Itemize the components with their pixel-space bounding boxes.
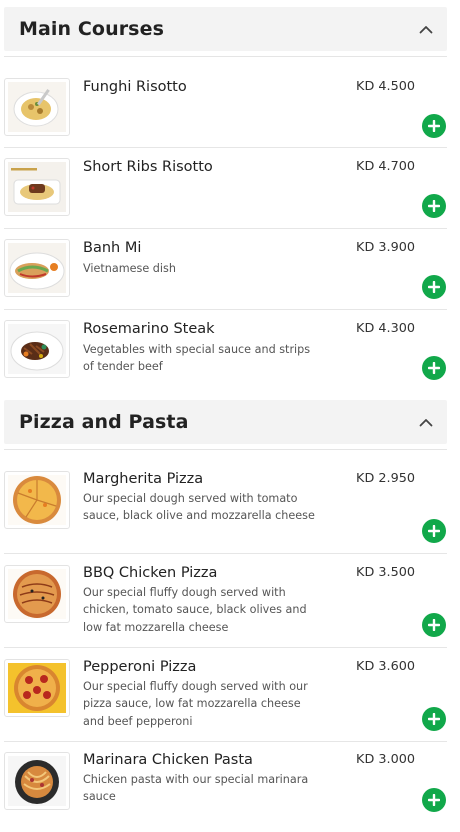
steak-dish-icon	[4, 320, 70, 378]
section-header-main-courses[interactable]: Main Courses	[4, 7, 447, 51]
section-divider	[4, 449, 447, 450]
item-price: KD 4.300	[356, 321, 415, 336]
item-description: Vegetables with special sauce and strips…	[83, 343, 311, 374]
item-divider	[4, 741, 447, 742]
pepperoni-pizza-icon	[4, 659, 70, 717]
item-name: Pepperoni Pizza	[83, 659, 197, 675]
item-name: Short Ribs Risotto	[83, 159, 213, 175]
item-price: KD 3.000	[356, 752, 415, 767]
add-to-cart-button[interactable]	[422, 707, 446, 731]
section-title: Pizza and Pasta	[19, 411, 189, 433]
menu-item[interactable]: Margherita Pizza Our special dough serve…	[4, 471, 447, 547]
add-to-cart-button[interactable]	[422, 275, 446, 299]
item-name: Rosemarino Steak	[83, 321, 215, 337]
margherita-pizza-icon	[4, 471, 70, 529]
menu-item[interactable]: Banh Mi Vietnamese dish KD 3.900	[4, 239, 447, 303]
item-divider	[4, 647, 447, 648]
section-divider	[4, 56, 447, 57]
add-to-cart-button[interactable]	[422, 519, 446, 543]
item-description: Our special fluffy dough served with chi…	[83, 586, 307, 634]
item-divider	[4, 309, 447, 310]
item-divider	[4, 553, 447, 554]
item-price: KD 3.900	[356, 240, 415, 255]
bbq-pizza-icon	[4, 565, 70, 623]
menu-item[interactable]: Rosemarino Steak Vegetables with special…	[4, 320, 447, 384]
item-name: Margherita Pizza	[83, 471, 204, 487]
item-price: KD 2.950	[356, 471, 415, 486]
add-to-cart-button[interactable]	[422, 114, 446, 138]
add-to-cart-button[interactable]	[422, 788, 446, 812]
item-price: KD 3.500	[356, 565, 415, 580]
menu-item[interactable]: Pepperoni Pizza Our special fluffy dough…	[4, 659, 447, 735]
chevron-up-icon[interactable]	[419, 24, 433, 34]
section-title: Main Courses	[19, 18, 164, 40]
section-header-pizza-and-pasta[interactable]: Pizza and Pasta	[4, 400, 447, 444]
banh-mi-dish-icon	[4, 239, 70, 297]
chevron-up-icon[interactable]	[419, 417, 433, 427]
menu-item[interactable]: Funghi Risotto KD 4.500	[4, 78, 447, 142]
menu-item[interactable]: Marinara Chicken Pasta Chicken pasta wit…	[4, 752, 447, 816]
item-divider	[4, 228, 447, 229]
item-price: KD 4.500	[356, 79, 415, 94]
item-description: Our special dough served with tomato sau…	[83, 492, 315, 523]
pasta-dish-icon	[4, 752, 70, 810]
item-name: Marinara Chicken Pasta	[83, 752, 253, 768]
item-description: Our special fluffy dough served with our…	[83, 680, 308, 728]
item-name: Funghi Risotto	[83, 79, 187, 95]
item-divider	[4, 147, 447, 148]
add-to-cart-button[interactable]	[422, 194, 446, 218]
item-description: Chicken pasta with our special marinara …	[83, 773, 309, 804]
add-to-cart-button[interactable]	[422, 356, 446, 380]
menu-item[interactable]: Short Ribs Risotto KD 4.700	[4, 158, 447, 222]
short-ribs-dish-icon	[4, 158, 70, 216]
item-price: KD 3.600	[356, 659, 415, 674]
item-price: KD 4.700	[356, 159, 415, 174]
item-name: Banh Mi	[83, 240, 142, 256]
risotto-dish-icon	[4, 78, 70, 136]
item-description: Vietnamese dish	[83, 262, 176, 275]
menu-item[interactable]: BBQ Chicken Pizza Our special fluffy dou…	[4, 565, 447, 641]
item-name: BBQ Chicken Pizza	[83, 565, 218, 581]
add-to-cart-button[interactable]	[422, 613, 446, 637]
